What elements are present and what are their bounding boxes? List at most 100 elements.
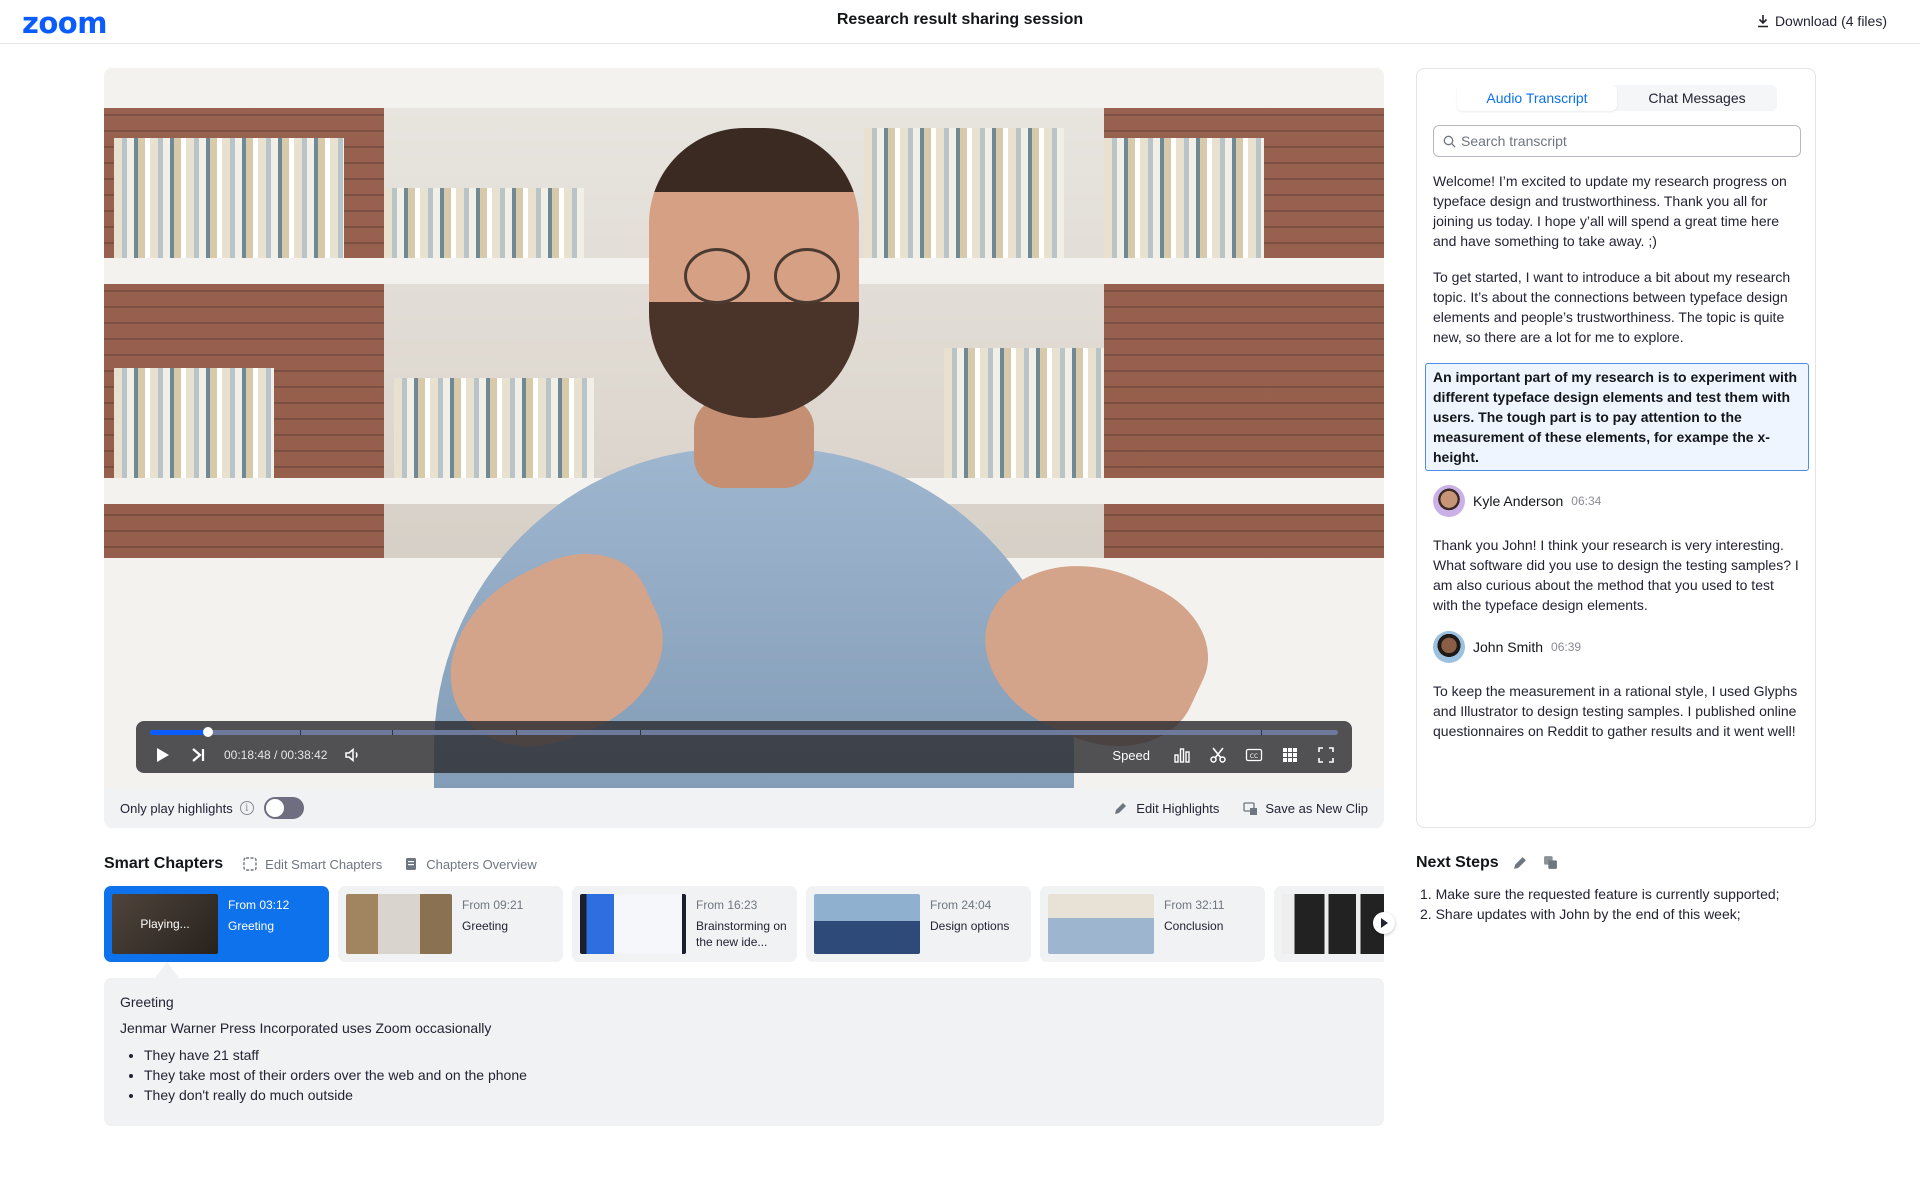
fullscreen-button[interactable] — [1314, 743, 1338, 767]
cc-icon: CC — [1245, 746, 1263, 764]
skip-next-icon — [189, 746, 207, 764]
edit-chapters-icon — [243, 857, 257, 871]
progress-handle[interactable] — [203, 727, 213, 737]
chapter-thumbnail — [1282, 894, 1384, 954]
chapter-title: Conclusion — [1164, 918, 1224, 934]
books — [394, 378, 594, 478]
summary-bullet: They don't really do much outside — [144, 1085, 1368, 1105]
only-highlights-toggle[interactable] — [264, 797, 304, 819]
chapter-thumbnail: Playing... — [112, 894, 218, 954]
speaker-header: John Smith 06:39 — [1433, 631, 1801, 663]
save-clip-button[interactable]: Save as New Clip — [1243, 801, 1368, 816]
chapters-overview-button[interactable]: Chapters Overview — [404, 857, 537, 872]
next-steps-list: 1. Make sure the requested feature is cu… — [1420, 884, 1780, 924]
chapter-list: Playing... From 03:12 Greeting From 09:2… — [104, 886, 1384, 962]
chapter-title: Brainstorming on the new ide... — [696, 918, 789, 950]
books — [384, 188, 584, 258]
gallery-button[interactable] — [1278, 743, 1302, 767]
summary-title: Greeting — [120, 994, 1368, 1010]
chapter-summary: Greeting Jenmar Warner Press Incorporate… — [104, 978, 1384, 1126]
chapter-card[interactable] — [1274, 886, 1384, 962]
chapter-title: Greeting — [462, 918, 523, 934]
skip-next-button[interactable] — [186, 743, 210, 767]
transcript-panel: Audio Transcript Chat Messages Welcome! … — [1416, 68, 1816, 828]
edit-highlights-button[interactable]: Edit Highlights — [1114, 801, 1219, 816]
progress-bar[interactable] — [150, 730, 1338, 735]
shelf — [104, 68, 1384, 108]
playing-badge: Playing... — [112, 894, 218, 954]
chapters-next-button[interactable] — [1373, 912, 1395, 934]
transcript-paragraph: Thank you John! I think your research is… — [1433, 535, 1801, 615]
summary-bullet: They take most of their orders over the … — [144, 1065, 1368, 1085]
volume-button[interactable] — [341, 743, 365, 767]
save-clip-label: Save as New Clip — [1265, 801, 1368, 816]
chapters-overview-label: Chapters Overview — [426, 857, 537, 872]
edit-next-steps-button[interactable] — [1513, 855, 1529, 871]
analytics-button[interactable] — [1170, 743, 1194, 767]
volume-icon — [344, 746, 362, 764]
download-icon — [1757, 14, 1769, 28]
trim-button[interactable] — [1206, 743, 1230, 767]
books — [1104, 138, 1264, 258]
captions-button[interactable]: CC — [1242, 743, 1266, 767]
chapter-title: Greeting — [228, 918, 289, 934]
speaker-timestamp[interactable]: 06:39 — [1551, 637, 1581, 657]
save-clip-icon — [1243, 801, 1257, 815]
video-footer: Only play highlights i Edit Highlights S… — [104, 788, 1384, 828]
tab-audio-transcript[interactable]: Audio Transcript — [1457, 85, 1617, 111]
pencil-icon — [1513, 855, 1528, 870]
chapter-thumbnail — [346, 894, 452, 954]
document-icon — [404, 857, 418, 871]
glasses — [684, 248, 750, 304]
video-panel: 00:18:48 / 00:38:42 Speed CC — [104, 68, 1384, 828]
speed-button[interactable]: Speed — [1112, 748, 1150, 763]
chapter-thumbnail — [1048, 894, 1154, 954]
search-icon — [1443, 135, 1456, 148]
edit-smart-chapters-button[interactable]: Edit Smart Chapters — [243, 857, 382, 872]
progress-fill — [150, 730, 208, 735]
books — [114, 368, 274, 478]
summary-pointer — [155, 962, 179, 978]
toggle-thumb — [266, 799, 284, 817]
pencil-icon — [1114, 801, 1128, 815]
speaker-timestamp[interactable]: 06:34 — [1571, 491, 1601, 511]
video-frame[interactable]: 00:18:48 / 00:38:42 Speed CC — [104, 68, 1384, 788]
top-bar: zoom Research result sharing session Dow… — [0, 0, 1920, 44]
copy-icon — [1543, 855, 1558, 870]
chapter-card[interactable]: From 09:21 Greeting — [338, 886, 563, 962]
transcript-paragraph: Welcome! I’m excited to update my resear… — [1433, 171, 1801, 251]
chevron-right-icon — [1380, 918, 1388, 928]
info-icon[interactable]: i — [240, 801, 254, 815]
download-label: Download (4 files) — [1775, 13, 1887, 29]
play-button[interactable] — [150, 743, 174, 767]
copy-next-steps-button[interactable] — [1543, 855, 1559, 871]
summary-line: Jenmar Warner Press Incorporated uses Zo… — [120, 1020, 1368, 1036]
chapter-time: From 24:04 — [930, 898, 1009, 912]
search-input[interactable] — [1461, 133, 1791, 149]
chapter-time: From 03:12 — [228, 898, 289, 912]
avatar — [1433, 485, 1465, 517]
smart-chapters-title: Smart Chapters — [104, 855, 223, 873]
time-display: 00:18:48 / 00:38:42 — [224, 748, 327, 762]
player-controls: 00:18:48 / 00:38:42 Speed CC — [136, 721, 1352, 773]
speaker-name: John Smith — [1473, 637, 1543, 657]
chapter-marker — [300, 730, 301, 735]
play-icon — [153, 746, 171, 764]
bar-chart-icon — [1173, 746, 1191, 764]
chapter-marker — [640, 730, 641, 735]
books — [114, 138, 344, 258]
next-steps-header: Next Steps — [1416, 854, 1573, 872]
chapter-marker — [1261, 730, 1262, 735]
transcript-paragraph: To keep the measurement in a rational st… — [1433, 681, 1801, 741]
tab-chat-messages[interactable]: Chat Messages — [1617, 85, 1777, 111]
chapter-card[interactable]: From 32:11 Conclusion — [1040, 886, 1265, 962]
chapter-marker — [516, 730, 517, 735]
chapter-card[interactable]: From 24:04 Design options — [806, 886, 1031, 962]
books — [864, 128, 1064, 258]
transcript-paragraph: To get started, I want to introduce a bi… — [1433, 267, 1801, 347]
transcript-search[interactable] — [1433, 125, 1801, 157]
transcript-highlight[interactable]: An important part of my research is to e… — [1425, 363, 1809, 471]
download-button[interactable]: Download (4 files) — [1757, 13, 1887, 29]
chapter-card[interactable]: From 16:23 Brainstorming on the new ide.… — [572, 886, 797, 962]
chapter-card[interactable]: Playing... From 03:12 Greeting — [104, 886, 329, 962]
